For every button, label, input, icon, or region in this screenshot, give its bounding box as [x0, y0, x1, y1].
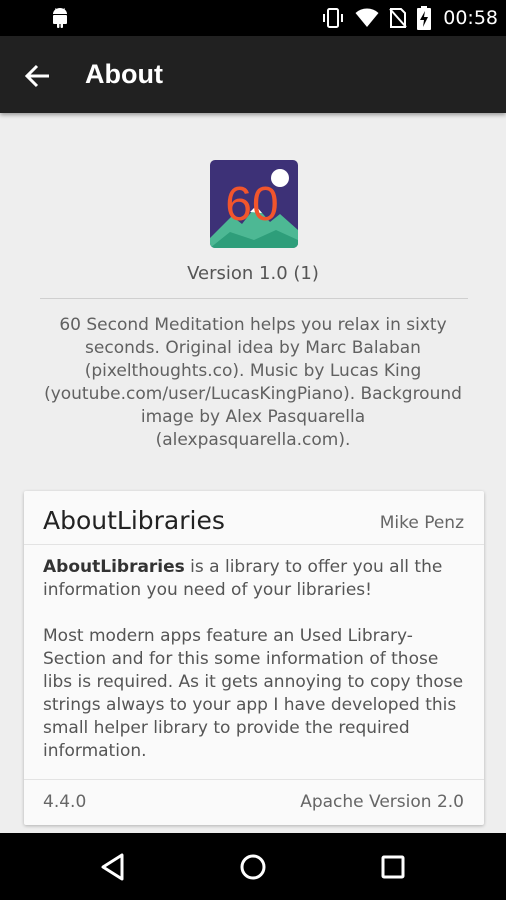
- app-icon: 60: [210, 160, 298, 248]
- recents-square-icon[interactable]: [377, 851, 409, 883]
- library-description: AboutLibraries is a library to offer you…: [43, 556, 468, 763]
- about-content[interactable]: 60 Version 1.0 (1) 60 Second Meditation …: [0, 113, 506, 833]
- status-bar: 00:58: [0, 0, 506, 36]
- vibrate-icon: [323, 8, 344, 28]
- wifi-icon: [355, 8, 379, 27]
- library-card[interactable]: AboutLibraries Mike Penz AboutLibraries …: [24, 491, 484, 825]
- library-license[interactable]: Apache Version 2.0: [300, 792, 464, 812]
- card-divider: [24, 544, 484, 545]
- back-triangle-icon[interactable]: [98, 851, 130, 883]
- android-icon: [53, 8, 67, 28]
- page-title: About: [85, 59, 163, 89]
- library-description-bold: AboutLibraries: [43, 557, 185, 577]
- version-text: Version 1.0 (1): [187, 263, 319, 284]
- battery-charging-icon: [417, 6, 432, 30]
- library-author[interactable]: Mike Penz: [380, 513, 464, 533]
- nav-bar: [0, 833, 506, 900]
- card-divider-bottom: [24, 779, 484, 780]
- app-icon-number: 60: [225, 178, 278, 231]
- home-circle-icon[interactable]: [237, 851, 269, 883]
- library-name: AboutLibraries: [43, 506, 225, 535]
- app-description: 60 Second Meditation helps you relax in …: [44, 315, 462, 450]
- library-version: 4.4.0: [43, 792, 87, 812]
- arrow-back-icon[interactable]: [22, 60, 54, 92]
- no-sim-icon: [389, 8, 407, 28]
- divider: [40, 298, 468, 299]
- app-bar: About: [0, 36, 506, 113]
- status-time: 00:58: [443, 7, 498, 29]
- library-description-second: Most modern apps feature an Used Library…: [43, 626, 464, 761]
